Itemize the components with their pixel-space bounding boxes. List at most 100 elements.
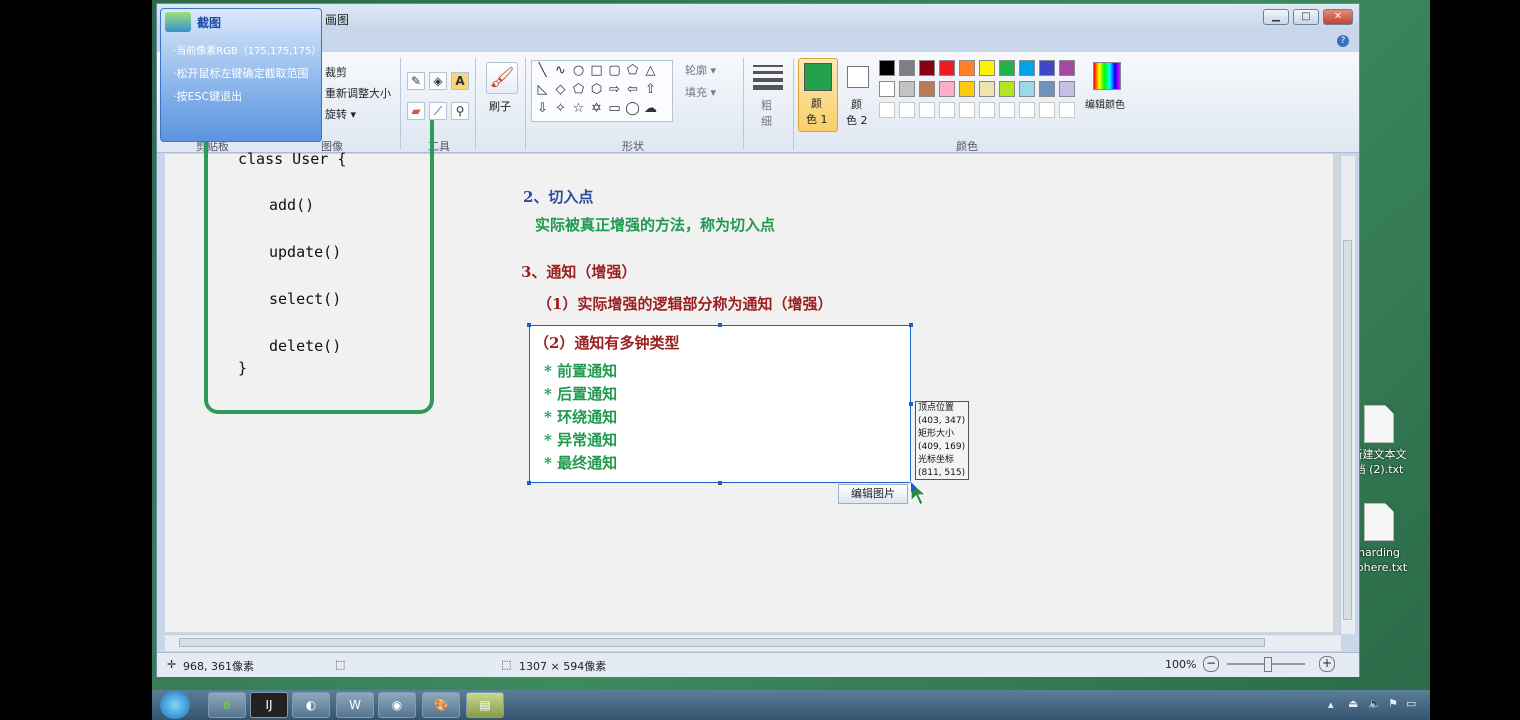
pentagon-shape-icon[interactable]: ⬠ xyxy=(570,82,587,98)
zoom-slider[interactable] xyxy=(1227,657,1305,672)
taskbar-ie-icon[interactable]: e xyxy=(208,692,246,718)
taskbar-folder-icon[interactable]: ▤ xyxy=(466,692,504,718)
tray-usb-icon[interactable]: ⏏ xyxy=(1348,697,1358,710)
magnifier-icon[interactable]: ⚲ xyxy=(451,102,469,120)
right-triangle-shape-icon[interactable]: ◺ xyxy=(534,82,551,98)
selection-handle[interactable] xyxy=(527,481,531,485)
tray-flag-icon[interactable]: ⚑ xyxy=(1388,697,1398,710)
taskbar-app-icon[interactable]: ◐ xyxy=(292,692,330,718)
eraser-icon[interactable]: ▰ xyxy=(407,102,425,120)
palette-empty-swatch[interactable] xyxy=(899,102,915,118)
palette-swatch[interactable] xyxy=(959,60,975,76)
selection-rectangle[interactable]: （2）通知有多钟类型 * 前置通知 * 后置通知 * 环绕通知 * 异常通知 *… xyxy=(529,325,911,483)
vertical-scrollbar[interactable] xyxy=(1340,156,1355,634)
text-tool-icon[interactable]: A xyxy=(451,72,469,90)
title-bar[interactable]: 画图 ▁ □ ✕ xyxy=(157,4,1359,30)
shapes-gallery[interactable]: ╲ ∿ ○ □ ▢ ⬠ △ ◺ ◇ ⬠ ⬡ ⇨ ⇦ ⇧ ⇩ ✧ ☆ ✡ ▭ ◯ … xyxy=(531,60,673,122)
size-label-1[interactable]: 粗 xyxy=(761,97,772,113)
rectangle-shape-icon[interactable]: □ xyxy=(588,63,605,79)
edit-colors-button[interactable]: 编辑颜色 xyxy=(1085,96,1125,111)
pencil-icon[interactable]: ✎ xyxy=(407,72,425,90)
tray-volume-icon[interactable]: 🔈 xyxy=(1368,697,1382,710)
up-arrow-shape-icon[interactable]: ⇧ xyxy=(642,82,659,98)
palette-empty-swatch[interactable] xyxy=(959,102,975,118)
palette-swatch[interactable] xyxy=(999,60,1015,76)
triangle-shape-icon[interactable]: △ xyxy=(642,63,659,79)
palette-swatch[interactable] xyxy=(1039,60,1055,76)
oval-shape-icon[interactable]: ○ xyxy=(570,63,587,79)
diamond-shape-icon[interactable]: ◇ xyxy=(552,82,569,98)
palette-swatch[interactable] xyxy=(1059,81,1075,97)
palette-empty-swatch[interactable] xyxy=(1059,102,1075,118)
brush-icon[interactable]: 🖌 xyxy=(486,62,518,94)
zoom-out-button[interactable]: − xyxy=(1203,656,1219,672)
edit-image-button[interactable]: 编辑图片 xyxy=(838,484,908,504)
color-palette[interactable] xyxy=(879,60,1083,122)
callout-rect-icon[interactable]: ▭ xyxy=(606,101,623,117)
selection-handle[interactable] xyxy=(718,481,722,485)
size-label-2[interactable]: 细 xyxy=(761,113,772,129)
start-button[interactable] xyxy=(160,691,190,719)
palette-swatch[interactable] xyxy=(899,60,915,76)
selection-handle[interactable] xyxy=(527,323,531,327)
taskbar-intellij-icon[interactable]: IJ xyxy=(250,692,288,718)
palette-empty-swatch[interactable] xyxy=(999,102,1015,118)
maximize-button[interactable]: □ xyxy=(1293,9,1319,25)
vertical-scroll-thumb[interactable] xyxy=(1343,240,1352,620)
palette-swatch[interactable] xyxy=(1059,60,1075,76)
close-button[interactable]: ✕ xyxy=(1323,9,1353,25)
tray-up-arrow-icon[interactable]: ▴ xyxy=(1328,698,1334,711)
edit-colors-icon[interactable] xyxy=(1093,62,1121,90)
palette-empty-swatch[interactable] xyxy=(1039,102,1055,118)
color1-button[interactable]: 颜 色 1 xyxy=(798,58,838,132)
rounded-rect-shape-icon[interactable]: ▢ xyxy=(606,63,623,79)
outline-dropdown[interactable]: 轮廓 ▾ xyxy=(685,62,716,78)
palette-swatch[interactable] xyxy=(879,81,895,97)
palette-swatch[interactable] xyxy=(899,81,915,97)
hexagon-shape-icon[interactable]: ⬡ xyxy=(588,82,605,98)
selection-handle[interactable] xyxy=(909,402,913,406)
line-shape-icon[interactable]: ╲ xyxy=(534,63,551,79)
right-arrow-shape-icon[interactable]: ⇨ xyxy=(606,82,623,98)
taskbar-paint-icon[interactable]: 🎨 xyxy=(422,692,460,718)
palette-empty-swatch[interactable] xyxy=(939,102,955,118)
zoom-slider-thumb[interactable] xyxy=(1264,657,1272,672)
palette-swatch[interactable] xyxy=(1019,60,1035,76)
selection-handle[interactable] xyxy=(718,323,722,327)
minimize-button[interactable]: ▁ xyxy=(1263,9,1289,25)
help-icon[interactable]: ? xyxy=(1337,35,1349,47)
horizontal-scroll-thumb[interactable] xyxy=(179,638,1265,647)
palette-empty-swatch[interactable] xyxy=(919,102,935,118)
zoom-in-button[interactable]: + xyxy=(1319,656,1335,672)
curve-shape-icon[interactable]: ∿ xyxy=(552,63,569,79)
color2-button[interactable]: 颜 色 2 xyxy=(841,58,875,130)
palette-swatch[interactable] xyxy=(979,60,995,76)
fill-bucket-icon[interactable]: ◈ xyxy=(429,72,447,90)
left-arrow-shape-icon[interactable]: ⇦ xyxy=(624,82,641,98)
palette-empty-swatch[interactable] xyxy=(879,102,895,118)
palette-empty-swatch[interactable] xyxy=(1019,102,1035,118)
crop-button[interactable]: 裁剪 xyxy=(325,64,347,80)
palette-swatch[interactable] xyxy=(919,60,935,76)
palette-swatch[interactable] xyxy=(1039,81,1055,97)
palette-swatch[interactable] xyxy=(939,60,955,76)
palette-swatch[interactable] xyxy=(979,81,995,97)
six-point-star-icon[interactable]: ✡ xyxy=(588,101,605,117)
fill-dropdown[interactable]: 填充 ▾ xyxy=(685,84,716,100)
palette-swatch[interactable] xyxy=(999,81,1015,97)
taskbar-chrome-icon[interactable]: ◉ xyxy=(378,692,416,718)
resize-button[interactable]: 重新调整大小 xyxy=(325,85,391,101)
palette-swatch[interactable] xyxy=(939,81,955,97)
size-lines-icon[interactable] xyxy=(753,62,783,92)
color-picker-icon[interactable]: ⟋ xyxy=(429,102,447,120)
palette-swatch[interactable] xyxy=(959,81,975,97)
palette-swatch[interactable] xyxy=(879,60,895,76)
callout-cloud-icon[interactable]: ☁ xyxy=(642,101,659,117)
palette-swatch[interactable] xyxy=(919,81,935,97)
brush-label[interactable]: 刷子 xyxy=(489,98,511,114)
four-point-star-icon[interactable]: ✧ xyxy=(552,101,569,117)
palette-swatch[interactable] xyxy=(1019,81,1035,97)
taskbar-word-icon[interactable]: W xyxy=(336,692,374,718)
horizontal-scrollbar[interactable] xyxy=(165,634,1341,651)
palette-empty-swatch[interactable] xyxy=(979,102,995,118)
